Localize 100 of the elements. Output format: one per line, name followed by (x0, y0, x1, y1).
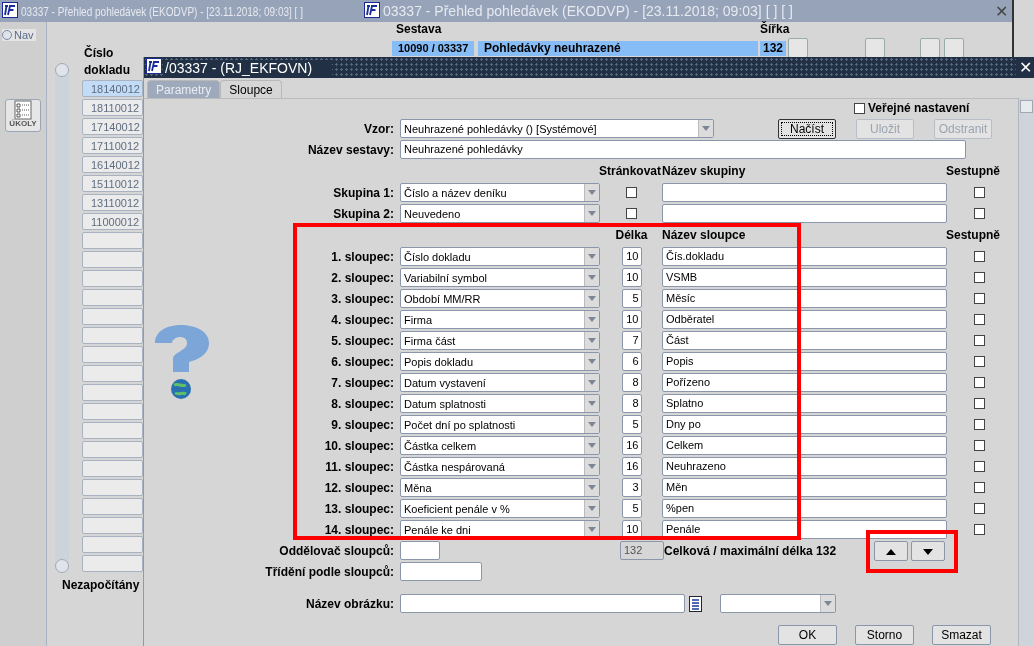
length-field[interactable]: 10 (621, 247, 642, 266)
checkbox[interactable] (973, 208, 985, 219)
empty-list-cell[interactable] (82, 384, 143, 401)
empty-list-cell[interactable] (82, 327, 143, 344)
image-dropdown[interactable] (720, 594, 836, 613)
column-name-field[interactable]: Dny po (662, 415, 947, 434)
empty-list-cell[interactable] (82, 441, 143, 458)
list-cell[interactable]: 11000012 (82, 213, 143, 230)
length-field[interactable]: 5 (621, 289, 642, 308)
list-cell[interactable]: 15110012 (82, 175, 143, 192)
column-name-field[interactable]: Část (662, 331, 947, 350)
column-dropdown[interactable]: Datum splatnosti (400, 394, 600, 413)
column-name-field[interactable]: Splatno (662, 394, 947, 413)
length-field[interactable]: 10 (621, 268, 642, 287)
length-field[interactable]: 6 (621, 352, 642, 371)
dialog-button[interactable]: Smazat (932, 625, 991, 645)
separator-field[interactable] (400, 541, 440, 560)
column-name-field[interactable]: Popis (662, 352, 947, 371)
column-name-field[interactable]: Odběratel (662, 310, 947, 329)
column-dropdown[interactable]: Firma část (400, 331, 600, 350)
column-name-field[interactable]: Měn (662, 478, 947, 497)
empty-list-cell[interactable] (82, 232, 143, 249)
image-name-field[interactable] (400, 594, 685, 613)
checkbox[interactable] (973, 440, 985, 451)
checkbox[interactable] (973, 398, 985, 409)
move-up-button[interactable] (874, 540, 909, 561)
length-field[interactable]: 16 (621, 457, 642, 476)
column-name-field[interactable]: VSMB (662, 268, 947, 287)
checkbox[interactable] (854, 102, 865, 114)
checkbox[interactable] (973, 187, 985, 198)
checkbox[interactable] (973, 272, 985, 283)
length-field[interactable]: 16 (621, 436, 642, 455)
empty-list-cell[interactable] (82, 555, 143, 572)
checkbox[interactable] (973, 314, 985, 325)
group-name-field[interactable] (662, 204, 947, 223)
report-name-field[interactable]: Neuhrazené pohledávky (400, 140, 966, 159)
empty-list-cell[interactable] (82, 289, 143, 306)
length-field[interactable]: 7 (621, 331, 642, 350)
empty-list-cell[interactable] (82, 479, 143, 496)
empty-list-cell[interactable] (82, 251, 143, 268)
list-cell[interactable]: 17140012 (82, 118, 143, 135)
scrollbar[interactable] (55, 63, 69, 573)
checkbox[interactable] (973, 524, 985, 535)
close-icon[interactable]: ✕ (995, 1, 1008, 21)
length-field[interactable]: 10 (621, 310, 642, 329)
scrollbar[interactable] (1018, 98, 1034, 646)
empty-list-cell[interactable] (82, 498, 143, 515)
column-dropdown[interactable]: Koeficient penále v % (400, 499, 600, 518)
checkbox[interactable] (626, 187, 637, 198)
nav-radio[interactable]: Nav (2, 29, 36, 41)
checkbox[interactable] (626, 208, 637, 219)
column-dropdown[interactable]: Datum vystavení (400, 373, 600, 392)
column-name-field[interactable]: Pořízeno (662, 373, 947, 392)
empty-list-cell[interactable] (82, 517, 143, 534)
length-field[interactable]: 8 (621, 394, 642, 413)
template-dropdown[interactable]: Neuhrazené pohledávky () [Systémové] (400, 119, 714, 138)
column-name-field[interactable]: Měsíc (662, 289, 947, 308)
tasks-button[interactable]: ÚKOLY (5, 99, 41, 132)
column-dropdown[interactable]: Období MM/RR (400, 289, 600, 308)
column-dropdown[interactable]: Částka celkem (400, 436, 600, 455)
checkbox[interactable] (973, 482, 985, 493)
sort-field[interactable] (400, 562, 482, 581)
length-field[interactable]: 3 (621, 478, 642, 497)
list-icon[interactable] (689, 595, 702, 612)
list-cell[interactable]: 13110012 (82, 194, 143, 211)
list-cell[interactable]: 16140012 (82, 156, 143, 173)
length-field[interactable]: 8 (621, 373, 642, 392)
empty-list-cell[interactable] (82, 365, 143, 382)
checkbox[interactable] (973, 503, 985, 514)
dialog-button[interactable]: OK (778, 625, 837, 645)
column-name-field[interactable]: %pen (662, 499, 947, 518)
column-dropdown[interactable]: Variabilní symbol (400, 268, 600, 287)
length-field[interactable]: 5 (621, 499, 642, 518)
column-name-field[interactable]: Čís.dokladu (662, 247, 947, 266)
empty-list-cell[interactable] (82, 460, 143, 477)
list-cell[interactable]: 18110012 (82, 99, 143, 116)
group-dropdown[interactable]: Číslo a název deníku (400, 183, 600, 202)
checkbox[interactable] (973, 419, 985, 430)
empty-list-cell[interactable] (82, 270, 143, 287)
dialog-button[interactable]: Storno (855, 625, 914, 645)
checkbox[interactable] (973, 356, 985, 367)
checkbox[interactable] (973, 377, 985, 388)
empty-list-cell[interactable] (82, 403, 143, 420)
empty-list-cell[interactable] (82, 308, 143, 325)
column-dropdown[interactable]: Částka nespárovaná (400, 457, 600, 476)
column-dropdown[interactable]: Číslo dokladu (400, 247, 600, 266)
close-icon[interactable]: ✕ (1016, 58, 1034, 77)
column-dropdown[interactable]: Firma (400, 310, 600, 329)
checkbox[interactable] (973, 461, 985, 472)
checkbox[interactable] (973, 293, 985, 304)
empty-list-cell[interactable] (82, 346, 143, 363)
group-dropdown[interactable]: Neuvedeno (400, 204, 600, 223)
list-cell[interactable]: 17110012 (82, 137, 143, 154)
column-name-field[interactable]: Celkem (662, 436, 947, 455)
checkbox[interactable] (973, 335, 985, 346)
list-cell[interactable]: 18140012 (82, 80, 143, 97)
action-button[interactable]: Načíst (778, 118, 836, 139)
column-dropdown[interactable]: Počet dní po splatnosti (400, 415, 600, 434)
column-dropdown[interactable]: Měna (400, 478, 600, 497)
empty-list-cell[interactable] (82, 422, 143, 439)
